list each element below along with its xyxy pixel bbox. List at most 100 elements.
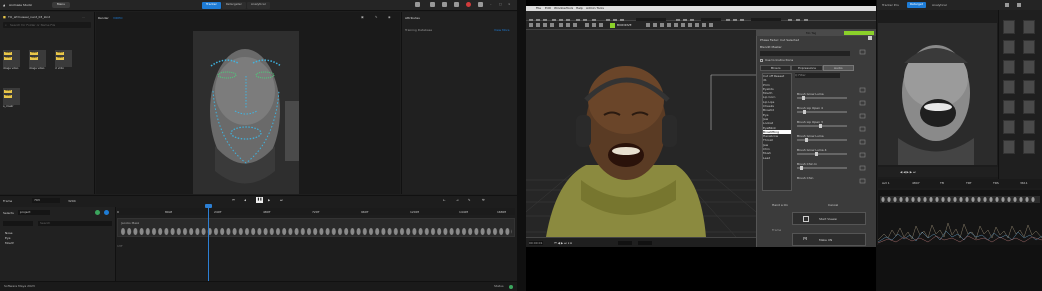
right-settings-icon[interactable] xyxy=(1005,3,1009,7)
expand-icon[interactable]: ▣ xyxy=(361,15,364,19)
right-eye-icon[interactable] xyxy=(1017,3,1021,7)
3d-viewport[interactable] xyxy=(495,30,787,238)
thumbnail[interactable] xyxy=(1023,40,1035,54)
right-timeline-ruler[interactable]: Avt 1 4807 TM TRT TRS 3611 xyxy=(878,179,1042,188)
menu-tools[interactable]: Tools xyxy=(566,6,573,10)
maximize-icon[interactable]: □ xyxy=(499,2,502,6)
slider-knob[interactable] xyxy=(803,110,806,114)
more-icon[interactable]: ⋯ xyxy=(82,15,85,19)
tab-analytical[interactable]: Analytical xyxy=(246,2,270,9)
settings-icon[interactable] xyxy=(442,2,447,7)
slider-track[interactable] xyxy=(797,166,847,170)
timecode-field[interactable]: 00:00:01 xyxy=(529,241,543,245)
dialog-apply-button[interactable]: Hand a On xyxy=(772,203,788,207)
menu-help[interactable]: Help xyxy=(576,6,583,10)
start-viewer-button[interactable]: Start Viewer xyxy=(792,212,866,225)
dialog-checkbox[interactable] xyxy=(760,59,763,62)
pin-icon[interactable] xyxy=(430,2,435,7)
thumbnail[interactable] xyxy=(1023,20,1035,34)
biodrive-icon[interactable] xyxy=(610,23,615,28)
tree-item-eye[interactable]: Eye xyxy=(5,236,11,240)
thumbnail[interactable] xyxy=(1003,80,1015,94)
slider-knob[interactable] xyxy=(805,138,808,142)
dialog-filter-input[interactable]: Q Filter xyxy=(795,73,840,78)
select-dropdown[interactable]: project xyxy=(18,210,50,215)
thumbnail[interactable] xyxy=(1023,140,1035,154)
skip-back-icon[interactable]: ⏮ xyxy=(232,198,235,202)
record-icon[interactable] xyxy=(466,2,471,7)
right-waveform-track[interactable] xyxy=(877,190,1042,245)
step-forward-icon[interactable]: ▶ xyxy=(268,198,270,202)
timeline-ruler[interactable]: 0 80AT 240T 480T 720T 960T 1200T 1440T 1… xyxy=(117,208,515,215)
minimize-icon[interactable]: – xyxy=(490,2,492,6)
cloud-icon[interactable] xyxy=(415,2,420,7)
dialog-close-icon[interactable] xyxy=(868,36,872,40)
menu-file[interactable]: File xyxy=(536,6,541,10)
user-icon[interactable] xyxy=(478,2,483,7)
right-tab-tracker[interactable]: Tracker Pcs xyxy=(882,3,899,7)
close-icon[interactable]: × xyxy=(508,2,511,6)
slider-track[interactable] xyxy=(797,96,847,100)
file-card[interactable]: Video Video image video xyxy=(3,50,24,74)
thumbnail[interactable] xyxy=(1023,120,1035,134)
list-item[interactable]: Lead xyxy=(763,156,791,160)
slider-track[interactable] xyxy=(797,110,847,114)
thumbnail[interactable] xyxy=(1023,80,1035,94)
thumbnail[interactable] xyxy=(1023,60,1035,74)
right-video-frame[interactable] xyxy=(878,23,997,165)
tree-item-nose[interactable]: Nose xyxy=(5,231,13,235)
thumbnail[interactable] xyxy=(1023,100,1035,114)
slider-knob[interactable] xyxy=(800,166,803,170)
help-icon[interactable] xyxy=(454,2,459,7)
tree-search-field[interactable]: Search xyxy=(38,221,112,226)
filter-dropdown[interactable] xyxy=(3,221,33,226)
file-card[interactable]: Video Video cl vidio xyxy=(55,50,76,74)
thumbnail[interactable] xyxy=(1003,100,1015,114)
skip-forward-icon[interactable]: ⏭ xyxy=(280,198,283,202)
face-video-frame[interactable] xyxy=(193,31,299,194)
slider-track[interactable] xyxy=(797,124,847,128)
tool-icon[interactable]: ⚒ xyxy=(482,198,485,202)
timeline-track[interactable]: Jacobs Mask xyxy=(117,218,515,237)
menu-button[interactable]: Menu xyxy=(52,2,70,8)
slider-knob[interactable] xyxy=(815,152,818,156)
tab-tracker[interactable]: Tracker xyxy=(202,2,221,9)
make-un-button[interactable]: M Make UN xyxy=(792,233,866,246)
dialog-cancel-button[interactable]: Cancel xyxy=(828,203,838,207)
dialog-tab-mixers[interactable]: Mixers xyxy=(760,65,792,71)
file-card[interactable]: Video Video a_cloakr xyxy=(3,88,24,112)
brush-icon[interactable]: ✎ xyxy=(375,15,378,19)
pause-button[interactable]: ❚❚ xyxy=(256,197,263,203)
eye-icon[interactable]: ◉ xyxy=(388,15,391,19)
thumbnail[interactable] xyxy=(1003,60,1015,74)
frame-field[interactable] xyxy=(618,241,632,245)
sync-icon[interactable] xyxy=(104,210,109,215)
status-dot-icon[interactable] xyxy=(95,210,100,215)
right-tab-retarget[interactable]: Retarget xyxy=(907,2,926,8)
slider-track[interactable] xyxy=(797,138,847,142)
playhead[interactable] xyxy=(208,206,209,286)
trim-left-icon[interactable]: ⇤ xyxy=(443,198,446,202)
menu-admin-tools[interactable]: Admin Tools xyxy=(586,6,604,10)
right-tab-analytical[interactable]: Analytical xyxy=(932,3,947,7)
menu-window[interactable]: Window xyxy=(554,6,566,10)
trim-right-icon[interactable]: ⇥ xyxy=(456,198,459,202)
viewport-playback-controls[interactable]: ⏮ ◀ ▶ ⏭ ⏸ ⏺ xyxy=(554,241,572,245)
slider-knob[interactable] xyxy=(802,96,805,100)
file-card[interactable]: Video Video image video xyxy=(29,50,50,74)
menu-edit[interactable]: Edit xyxy=(545,6,551,10)
asset-search-box[interactable]: ⌕ Search for Folder or Name File xyxy=(3,22,91,28)
biodrive-tab[interactable]: BIODRIVE xyxy=(617,23,632,27)
thumbnail[interactable] xyxy=(1003,40,1015,54)
playhead-handle[interactable] xyxy=(205,204,212,208)
right-playback-controls[interactable]: ◀ ◀ ▶ ▶ ⏭ xyxy=(900,170,916,174)
tree-item-mouth[interactable]: Mouth xyxy=(5,241,14,245)
dialog-tab-audio[interactable]: Audio xyxy=(822,65,854,71)
slider-knob[interactable] xyxy=(819,124,822,128)
thumbnail[interactable] xyxy=(1003,120,1015,134)
step-back-icon[interactable]: ◀ xyxy=(244,198,246,202)
view-more-link[interactable]: View More xyxy=(494,28,510,32)
dialog-field-input[interactable] xyxy=(760,51,850,56)
tab-retargeter[interactable]: Retargeter xyxy=(221,2,246,9)
thumbnail[interactable] xyxy=(1003,140,1015,154)
